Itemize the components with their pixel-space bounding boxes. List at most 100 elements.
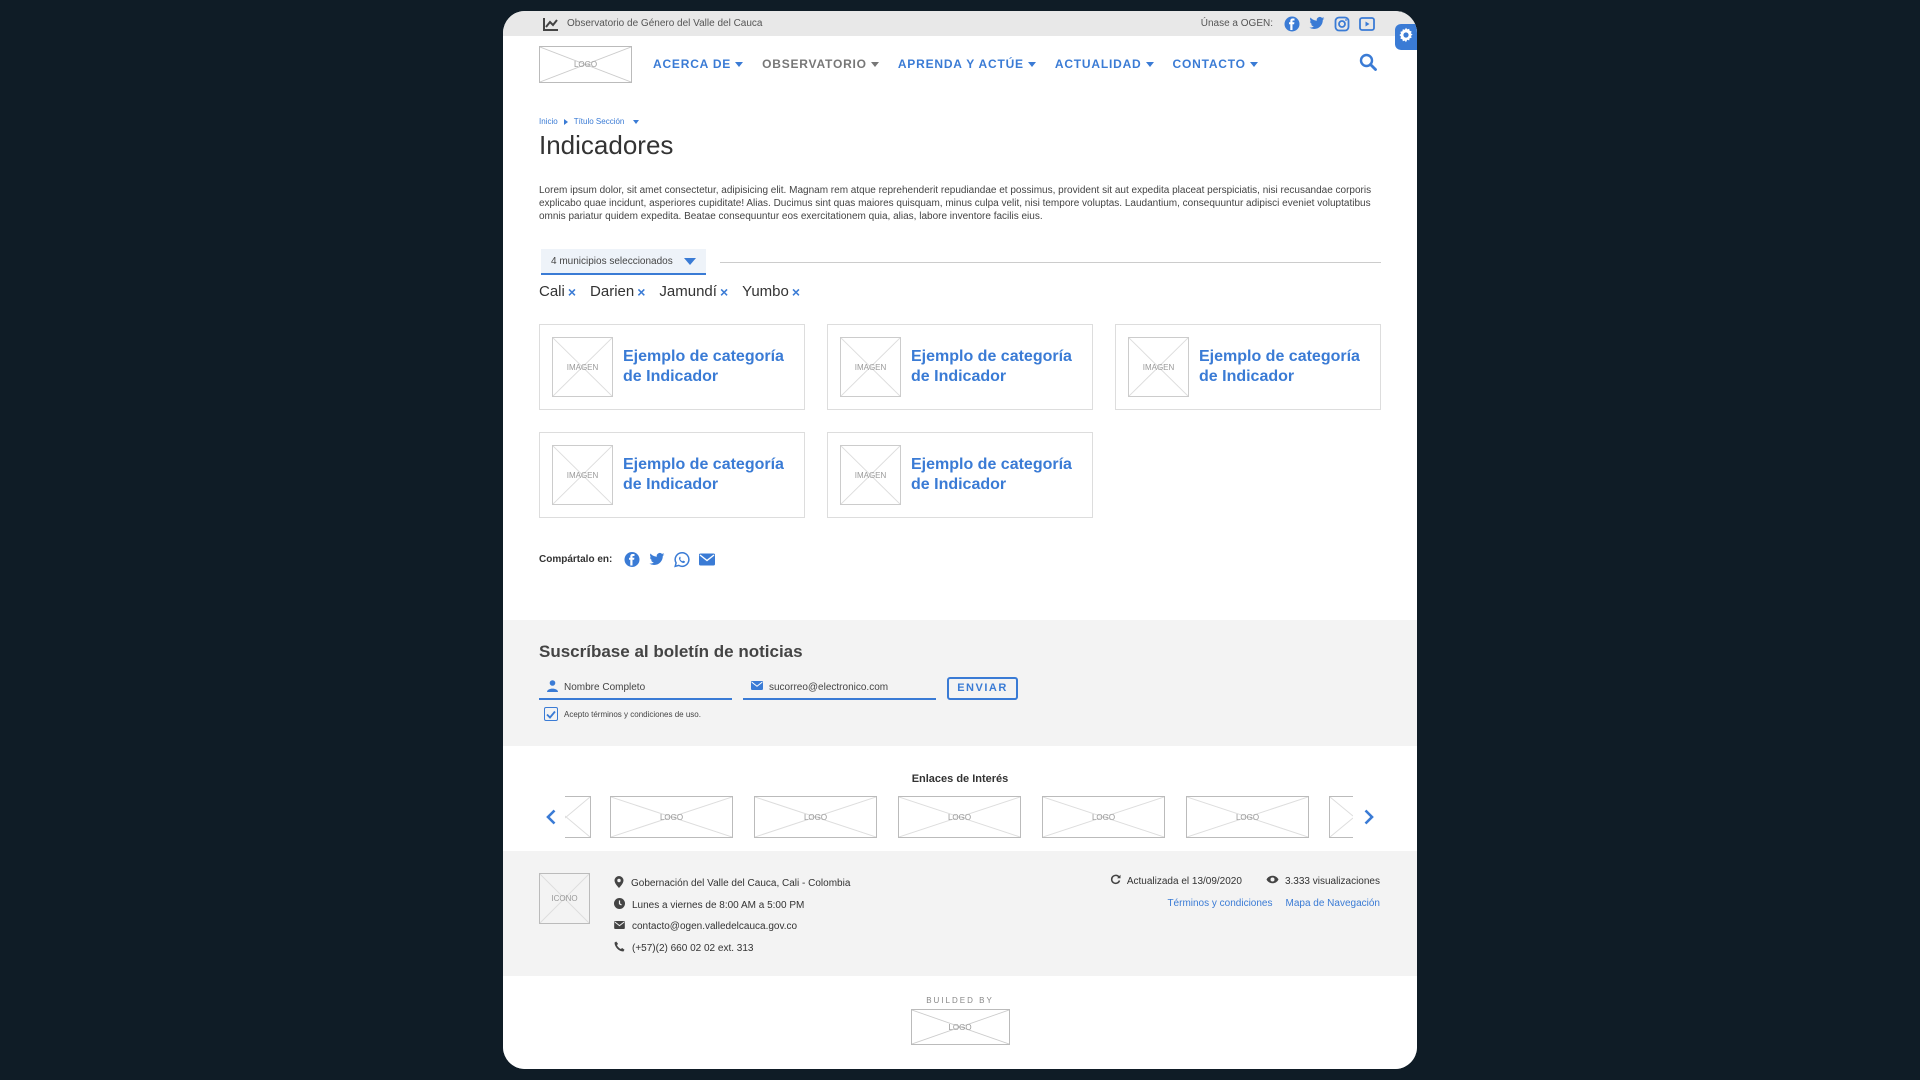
whatsapp-icon[interactable] bbox=[674, 551, 690, 567]
logo-text: LOGO bbox=[573, 59, 598, 69]
terms-checkbox[interactable] bbox=[544, 707, 558, 721]
email-row: contacto@ogen.valledelcauca.gov.co bbox=[614, 916, 850, 938]
sitemap-link[interactable]: Mapa de Navegación bbox=[1285, 898, 1380, 909]
partner-logo-partial bbox=[565, 796, 591, 838]
card-title: Ejemplo de categoría de Indicador bbox=[1199, 348, 1360, 385]
image-placeholder-text: IMAGEN bbox=[854, 470, 887, 480]
indicator-cards: IMAGEN Ejemplo de categoría de Indicador… bbox=[539, 324, 1381, 518]
logo-text: LOGO bbox=[1235, 812, 1260, 822]
hours-row: Lunes a viernes de 8:00 AM a 5:00 PM bbox=[614, 895, 850, 917]
main-navbar: LOGO ACERCA DE OBSERVATORIO APRENDA Y AC… bbox=[503, 36, 1417, 92]
image-placeholder-text: IMAGEN bbox=[566, 362, 599, 372]
page-intro: Lorem ipsum dolor, sit amet consectetur,… bbox=[539, 185, 1372, 222]
nav-contacto[interactable]: CONTACTO bbox=[1173, 57, 1258, 71]
phone-icon bbox=[614, 941, 625, 955]
twitter-icon[interactable] bbox=[1309, 16, 1325, 32]
divider bbox=[720, 261, 1381, 263]
terms-label: Acepto términos y condiciones de uso. bbox=[564, 709, 701, 719]
image-placeholder-text: IMAGEN bbox=[566, 470, 599, 480]
chevron-left-icon[interactable] bbox=[546, 809, 556, 830]
remove-chip-icon[interactable]: × bbox=[792, 284, 800, 300]
partner-logo[interactable]: LOGO bbox=[1186, 796, 1309, 838]
clock-icon bbox=[614, 898, 625, 912]
name-placeholder: Nombre Completo bbox=[564, 681, 646, 693]
breadcrumb-home[interactable]: Inicio bbox=[539, 117, 558, 126]
address-row: Gobernación del Valle del Cauca, Cali - … bbox=[614, 873, 850, 895]
nav-label: ACTUALIDAD bbox=[1054, 57, 1142, 71]
page-title: Indicadores bbox=[539, 130, 674, 160]
check-icon bbox=[546, 710, 556, 719]
email-placeholder: sucorreo@electronico.com bbox=[769, 681, 889, 693]
envelope-icon[interactable] bbox=[699, 551, 716, 567]
top-bar: Observatorio de Género del Valle del Cau… bbox=[503, 11, 1417, 36]
gear-icon bbox=[1398, 27, 1414, 48]
updated-info: Actualizada el 13/09/2020 bbox=[1110, 874, 1242, 888]
chevron-right-icon[interactable] bbox=[1364, 809, 1374, 830]
address-text: Gobernación del Valle del Cauca, Cali - … bbox=[631, 878, 851, 890]
site-identity: Observatorio de Género del Valle del Cau… bbox=[543, 16, 762, 32]
partner-logo-partial bbox=[1329, 796, 1353, 838]
logo-text: LOGO bbox=[1091, 812, 1116, 822]
facebook-icon[interactable] bbox=[1284, 16, 1300, 32]
links-title: Enlaces de Interés bbox=[911, 773, 1009, 785]
phone-row: (+57)(2) 660 02 02 ext. 313 bbox=[614, 938, 850, 960]
youtube-icon[interactable] bbox=[1359, 16, 1375, 32]
municipality-select[interactable]: 4 municipios seleccionados bbox=[541, 249, 706, 275]
chevron-down-icon[interactable] bbox=[633, 119, 640, 124]
nav-aprenda-y-actue[interactable]: APRENDA Y ACTÚE bbox=[898, 57, 1036, 71]
phone-text: (+57)(2) 660 02 02 ext. 313 bbox=[632, 942, 754, 954]
share-bar: Compártalo en: bbox=[539, 551, 1381, 567]
nav-label: OBSERVATORIO bbox=[762, 57, 867, 71]
twitter-icon[interactable] bbox=[649, 551, 665, 567]
logo-text: LOGO bbox=[948, 1022, 972, 1032]
envelope-icon bbox=[751, 681, 763, 693]
breadcrumb-section[interactable]: Título Sección bbox=[574, 117, 625, 126]
terms-row: Acepto términos y condiciones de uso. bbox=[544, 707, 1381, 721]
indicator-card[interactable]: IMAGEN Ejemplo de categoría de Indicador bbox=[827, 324, 1093, 410]
indicator-card[interactable]: IMAGEN Ejemplo de categoría de Indicador bbox=[539, 432, 805, 518]
page-frame: Observatorio de Género del Valle del Cau… bbox=[503, 11, 1417, 1069]
footer: ICONO Gobernación del Valle del Cauca, C… bbox=[503, 851, 1417, 976]
builded-by-section: BUILDED BY LOGO bbox=[503, 976, 1417, 1069]
facebook-icon[interactable] bbox=[624, 551, 640, 567]
selected-chips: Cali × Darien × Jamundí × Yumbo × bbox=[539, 283, 1381, 300]
email-field[interactable]: sucorreo@electronico.com bbox=[743, 676, 936, 700]
logo-text: LOGO bbox=[947, 812, 972, 822]
partner-logo[interactable]: LOGO bbox=[898, 796, 1021, 838]
settings-tab[interactable] bbox=[1395, 24, 1417, 50]
indicator-card[interactable]: IMAGEN Ejemplo de categoría de Indicador bbox=[827, 432, 1093, 518]
updated-text: Actualizada el 13/09/2020 bbox=[1126, 875, 1242, 887]
partner-logo[interactable]: LOGO bbox=[1042, 796, 1165, 838]
nav-label: APRENDA Y ACTÚE bbox=[897, 57, 1024, 71]
email-text[interactable]: contacto@ogen.valledelcauca.gov.co bbox=[632, 921, 797, 932]
nav-observatorio[interactable]: OBSERVATORIO bbox=[762, 57, 879, 71]
remove-chip-icon[interactable]: × bbox=[637, 284, 645, 300]
submit-button[interactable]: ENVIAR bbox=[947, 676, 1018, 700]
map-pin-icon bbox=[614, 876, 624, 891]
card-title: Ejemplo de categoría de Indicador bbox=[623, 348, 784, 385]
name-field[interactable]: Nombre Completo bbox=[539, 676, 732, 700]
nav-acerca-de[interactable]: ACERCA DE bbox=[653, 57, 744, 71]
site-logo[interactable]: LOGO bbox=[539, 45, 632, 83]
terms-link[interactable]: Términos y condiciones bbox=[1167, 898, 1272, 909]
chip-yumbo: Yumbo × bbox=[742, 283, 800, 300]
main-nav: ACERCA DE OBSERVATORIO APRENDA Y ACTÚE A… bbox=[653, 57, 1258, 71]
remove-chip-icon[interactable]: × bbox=[720, 284, 728, 300]
chevron-down-icon bbox=[684, 257, 696, 265]
partner-logo[interactable]: LOGO bbox=[610, 796, 733, 838]
builder-logo[interactable]: LOGO bbox=[910, 1009, 1010, 1045]
nav-label: ACERCA DE bbox=[653, 57, 732, 71]
caret-down-icon bbox=[735, 61, 744, 67]
chip-label: Jamundí bbox=[659, 283, 717, 300]
logo-carousel: LOGO LOGO LOGO LOGO LOGO bbox=[503, 796, 1417, 838]
page-meta: Actualizada el 13/09/2020 3.333 visualiz… bbox=[1110, 873, 1380, 909]
instagram-icon[interactable] bbox=[1334, 16, 1350, 32]
footer-icon: ICONO bbox=[539, 873, 590, 924]
indicator-card[interactable]: IMAGEN Ejemplo de categoría de Indicador bbox=[1115, 324, 1381, 410]
indicator-card[interactable]: IMAGEN Ejemplo de categoría de Indicador bbox=[539, 324, 805, 410]
search-icon[interactable] bbox=[1359, 53, 1377, 76]
nav-actualidad[interactable]: ACTUALIDAD bbox=[1055, 57, 1154, 71]
remove-chip-icon[interactable]: × bbox=[568, 284, 576, 300]
partner-logo[interactable]: LOGO bbox=[754, 796, 877, 838]
user-icon bbox=[547, 679, 558, 695]
